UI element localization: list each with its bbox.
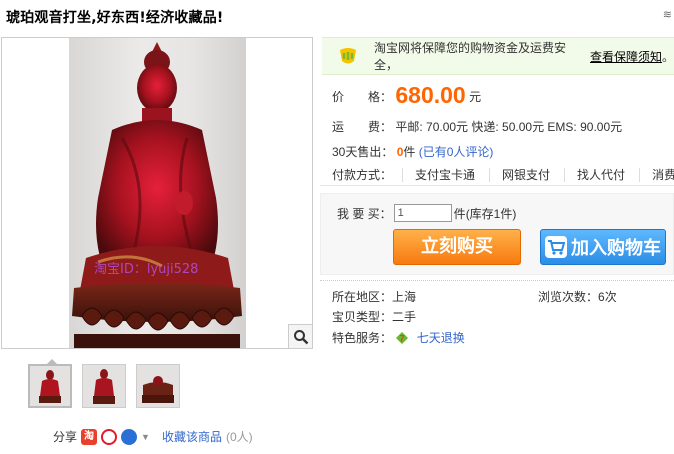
payment-label: 付款方式： <box>332 168 393 182</box>
thumbnail-strip <box>28 359 180 408</box>
stock-info: (库存1件) <box>465 206 517 221</box>
buy-now-button[interactable]: 立刻购买 <box>393 229 521 265</box>
quantity-row: 我 要 买： 件 (库存1件) <box>337 204 516 222</box>
shipping-row: 运 费： 平邮: 70.00元 快递: 50.00元 EMS: 90.00元 <box>332 118 622 135</box>
shield-icon <box>340 48 356 64</box>
renren-share-icon[interactable] <box>121 428 138 445</box>
zoom-button[interactable] <box>288 324 312 348</box>
image-watermark: 淘宝ID：lyuji528 <box>94 262 199 277</box>
service-row: 特色服务： 7 七天退换 <box>332 329 465 346</box>
sales-row: 30天售出： 0件 (已有0人评论) <box>332 143 493 160</box>
views-value: 6次 <box>598 290 617 304</box>
main-product-image[interactable]: 淘宝ID：lyuji528 <box>1 37 313 349</box>
guarantee-tail: 。 <box>661 49 674 64</box>
thumbnail-3-image <box>137 365 179 407</box>
price-row: 价 格： 680.00 元 <box>332 82 481 109</box>
product-title: 琥珀观音打坐,好东西!经济收藏品! <box>6 10 224 26</box>
buy-box: 我 要 买： 件 (库存1件) 立刻购买 加入购物车 <box>320 193 674 275</box>
seven-day-return-icon: 7 <box>396 332 409 344</box>
item-type-row: 宝贝类型：二手 <box>332 308 416 325</box>
add-to-cart-label: 加入购物车 <box>571 238 661 259</box>
views-label: 浏览次数： <box>538 290 599 304</box>
shipping-fees: 平邮: 70.00元 快递: 50.00元 EMS: 90.00元 <box>395 120 623 134</box>
taobao-share-icon[interactable]: 淘 <box>81 428 98 445</box>
magnifier-icon <box>293 329 308 344</box>
sales-label: 30天售出： <box>332 145 394 159</box>
thumbnail-3[interactable] <box>136 364 180 408</box>
add-to-cart-button[interactable]: 加入购物车 <box>540 229 666 265</box>
guarantee-info-link[interactable]: 查看保障须知 <box>590 48 662 65</box>
favorite-item-link[interactable]: 收藏该商品 <box>162 428 222 445</box>
payment-alipay-card[interactable]: 支付宝卡通 <box>402 167 489 182</box>
item-type-label: 宝贝类型： <box>332 310 393 324</box>
location-row: 所在地区：上海 <box>332 288 416 305</box>
item-type-value: 二手 <box>392 310 417 324</box>
favorite-count: (0人) <box>225 430 253 444</box>
share-label: 分享 <box>53 430 78 444</box>
shipping-label: 运 费： <box>332 120 393 134</box>
price-value: 680.00 <box>395 82 466 108</box>
weibo-share-icon[interactable] <box>101 428 118 445</box>
thumbnail-1-image <box>30 366 70 406</box>
svg-text:7: 7 <box>400 334 405 344</box>
payment-online-bank[interactable]: 网银支付 <box>489 167 564 182</box>
reviews-link[interactable]: (已有0人评论) <box>419 145 494 159</box>
share-bar: 分享 淘 ▼ 收藏该商品 (0人) <box>53 428 253 445</box>
chevron-down-icon[interactable]: ▼ <box>141 432 150 442</box>
payment-pay-for-me[interactable]: 找人代付 <box>564 167 639 182</box>
buddha-figure-image <box>72 42 242 348</box>
thumbnail-1[interactable] <box>28 359 72 408</box>
sales-unit: 件 <box>403 145 416 159</box>
payment-consume[interactable]: 消费 <box>639 167 674 182</box>
cart-icon <box>545 236 567 258</box>
views-row: 浏览次数：6次 <box>538 288 617 305</box>
quantity-label: 我 要 买： <box>337 206 392 221</box>
quantity-input[interactable] <box>393 204 452 222</box>
price-label: 价 格： <box>332 90 393 104</box>
location-label: 所在地区： <box>332 290 393 304</box>
guarantee-banner: 淘宝网将保障您的购物资金及运费安全， 查看保障须知 。 <box>322 37 674 75</box>
service-label: 特色服务： <box>332 331 393 345</box>
price-unit: 元 <box>469 90 482 104</box>
thumbnail-2-image <box>83 365 125 407</box>
location-value: 上海 <box>392 290 417 304</box>
section-divider <box>320 280 674 281</box>
thumbnail-2[interactable] <box>82 364 126 408</box>
payment-methods-row: 付款方式： 支付宝卡通 网银支付 找人代付 消费 <box>320 164 674 186</box>
corner-mark: ≋ <box>662 9 672 21</box>
quantity-unit: 件 <box>453 206 466 221</box>
guarantee-text: 淘宝网将保障您的购物资金及运费安全， <box>374 41 567 72</box>
seven-day-return-link[interactable]: 七天退换 <box>417 331 465 345</box>
